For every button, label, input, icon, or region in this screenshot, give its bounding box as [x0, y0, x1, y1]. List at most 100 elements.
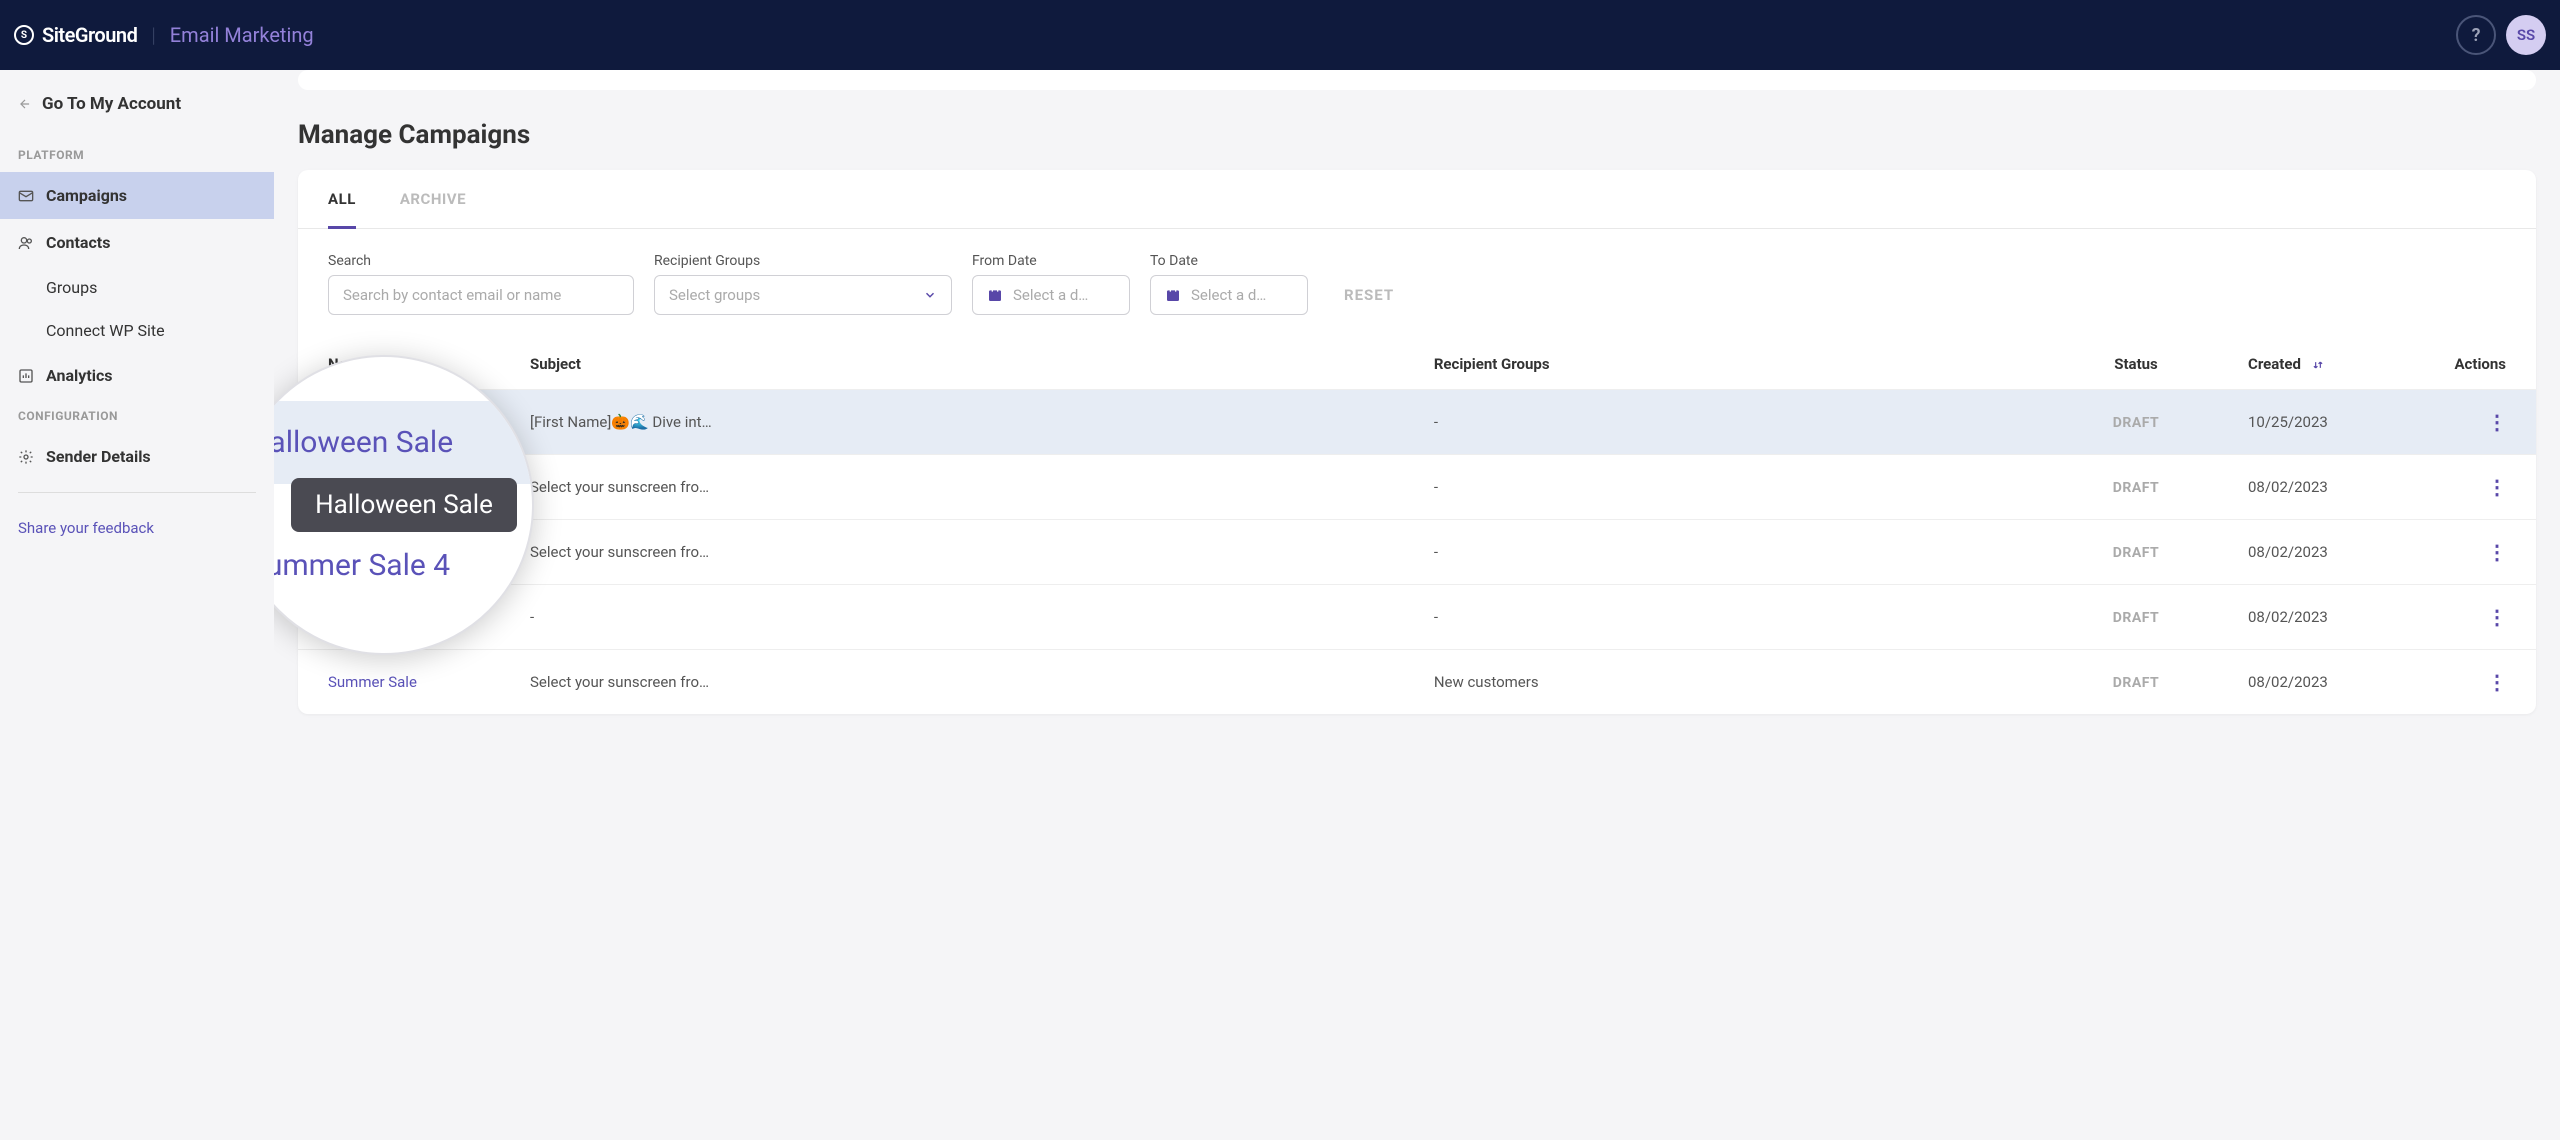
sidebar-divider — [18, 492, 256, 493]
from-date-label: From Date — [972, 253, 1130, 269]
back-to-account-link[interactable]: Go To My Account — [0, 86, 274, 122]
cell-created: 08/02/2023 — [2236, 650, 2436, 715]
help-button[interactable]: ? — [2456, 15, 2496, 55]
breadcrumb-card — [298, 70, 2536, 90]
chart-icon — [18, 368, 34, 384]
reset-button[interactable]: RESET — [1328, 275, 1410, 315]
main-content: Manage Campaigns ALL ARCHIVE Search Reci… — [274, 70, 2560, 1140]
to-date-label: To Date — [1150, 253, 1308, 269]
logo-text: SiteGround — [42, 23, 137, 47]
envelope-icon — [18, 188, 34, 204]
sidebar-item-label: Analytics — [46, 366, 113, 385]
cell-created: 08/02/2023 — [2236, 520, 2436, 585]
cell-created: 10/25/2023 — [2236, 390, 2436, 455]
cell-groups: - — [1422, 520, 2036, 585]
question-icon: ? — [2472, 25, 2481, 46]
status-badge: DRAFT — [2113, 675, 2159, 691]
sidebar-sub-connect-wp[interactable]: Connect WP Site — [0, 309, 274, 352]
status-badge: DRAFT — [2113, 610, 2159, 626]
table-header-row: Name Subject Recipient Groups Status Cre… — [298, 339, 2536, 390]
groups-select[interactable]: Select groups — [654, 275, 952, 315]
people-icon — [18, 235, 34, 251]
cell-created: 08/02/2023 — [2236, 455, 2436, 520]
header-right: ? SS — [2456, 15, 2546, 55]
cell-subject: - — [518, 585, 1422, 650]
search-label: Search — [328, 253, 634, 269]
col-subject: Subject — [518, 339, 1422, 390]
chevron-down-icon — [923, 288, 937, 302]
cell-groups: - — [1422, 585, 2036, 650]
tabs: ALL ARCHIVE — [298, 170, 2536, 229]
logo-icon: S — [14, 25, 34, 45]
sidebar-sub-groups[interactable]: Groups — [0, 266, 274, 309]
campaigns-table: Name Subject Recipient Groups Status Cre… — [298, 339, 2536, 714]
tab-archive[interactable]: ARCHIVE — [400, 170, 466, 228]
cell-subject: Select your sunscreen fro… — [518, 650, 1422, 715]
sidebar-item-label: Campaigns — [46, 186, 127, 205]
user-avatar[interactable]: SS — [2506, 15, 2546, 55]
col-actions: Actions — [2436, 339, 2536, 390]
search-input[interactable] — [328, 275, 634, 315]
campaign-name-link[interactable]: Summer Sale — [328, 673, 417, 691]
campaign-name-link[interactable]: Summer Sale 3 — [328, 543, 429, 561]
logo[interactable]: S SiteGround — [14, 23, 137, 47]
campaigns-panel: ALL ARCHIVE Search Recipient Groups Sele… — [298, 170, 2536, 714]
sort-icon — [2311, 358, 2325, 372]
sidebar-item-sender-details[interactable]: Sender Details — [0, 433, 274, 480]
sidebar: Go To My Account PLATFORM Campaigns Cont… — [0, 70, 274, 1140]
status-badge: DRAFT — [2113, 415, 2159, 431]
campaign-name-link[interactable]: Halloween Sale — [328, 413, 431, 431]
table-row: Summer Sale 4 Select your sunscreen fro…… — [298, 455, 2536, 520]
row-actions-menu[interactable]: ⋮ — [2487, 605, 2506, 629]
sidebar-item-campaigns[interactable]: Campaigns — [0, 172, 274, 219]
from-date-input[interactable]: Select a d… — [972, 275, 1130, 315]
to-date-input[interactable]: Select a d… — [1150, 275, 1308, 315]
filter-to-date: To Date Select a d… — [1150, 253, 1308, 315]
gear-icon — [18, 449, 34, 465]
col-name: Name — [298, 339, 518, 390]
cell-created: 08/02/2023 — [2236, 585, 2436, 650]
header-left: S SiteGround | Email Marketing — [14, 23, 314, 47]
table-row: Halloween Sale [First Name]🎃🌊 Dive int… … — [298, 390, 2536, 455]
groups-label: Recipient Groups — [654, 253, 952, 269]
logo-divider: | — [151, 23, 155, 47]
filter-search: Search — [328, 253, 634, 315]
calendar-icon — [987, 287, 1003, 303]
filters-bar: Search Recipient Groups Select groups Fr… — [298, 229, 2536, 339]
sidebar-item-label: Contacts — [46, 233, 110, 252]
arrow-left-icon — [18, 97, 32, 111]
cell-groups: New customers — [1422, 650, 2036, 715]
groups-placeholder: Select groups — [669, 286, 760, 304]
section-configuration-label: CONFIGURATION — [0, 399, 274, 433]
filter-from-date: From Date Select a d… — [972, 253, 1130, 315]
page-title: Manage Campaigns — [298, 120, 2536, 150]
sidebar-item-contacts[interactable]: Contacts — [0, 219, 274, 266]
col-status: Status — [2036, 339, 2236, 390]
campaign-name-link[interactable]: Summer Sale 2 — [328, 608, 429, 626]
app-title: Email Marketing — [170, 23, 314, 47]
sidebar-item-label: Sender Details — [46, 447, 151, 466]
date-placeholder: Select a d… — [1013, 286, 1088, 304]
sidebar-item-analytics[interactable]: Analytics — [0, 352, 274, 399]
row-actions-menu[interactable]: ⋮ — [2487, 410, 2506, 434]
feedback-link[interactable]: Share your feedback — [0, 505, 274, 551]
cell-subject: Select your sunscreen fro… — [518, 520, 1422, 585]
status-badge: DRAFT — [2113, 545, 2159, 561]
cell-groups: - — [1422, 390, 2036, 455]
status-badge: DRAFT — [2113, 480, 2159, 496]
row-actions-menu[interactable]: ⋮ — [2487, 670, 2506, 694]
col-created[interactable]: Created — [2236, 339, 2436, 390]
app-header: S SiteGround | Email Marketing ? SS — [0, 0, 2560, 70]
col-recipient-groups: Recipient Groups — [1422, 339, 2036, 390]
campaign-name-link[interactable]: Summer Sale 4 — [328, 478, 429, 496]
row-actions-menu[interactable]: ⋮ — [2487, 540, 2506, 564]
table-row: Summer Sale Select your sunscreen fro… N… — [298, 650, 2536, 715]
row-actions-menu[interactable]: ⋮ — [2487, 475, 2506, 499]
filter-groups: Recipient Groups Select groups — [654, 253, 952, 315]
cell-subject: Select your sunscreen fro… — [518, 455, 1422, 520]
table-row: Summer Sale 3 Select your sunscreen fro…… — [298, 520, 2536, 585]
tab-all[interactable]: ALL — [328, 170, 356, 228]
section-platform-label: PLATFORM — [0, 138, 274, 172]
cell-subject: [First Name]🎃🌊 Dive int… — [518, 390, 1422, 455]
calendar-icon — [1165, 287, 1181, 303]
